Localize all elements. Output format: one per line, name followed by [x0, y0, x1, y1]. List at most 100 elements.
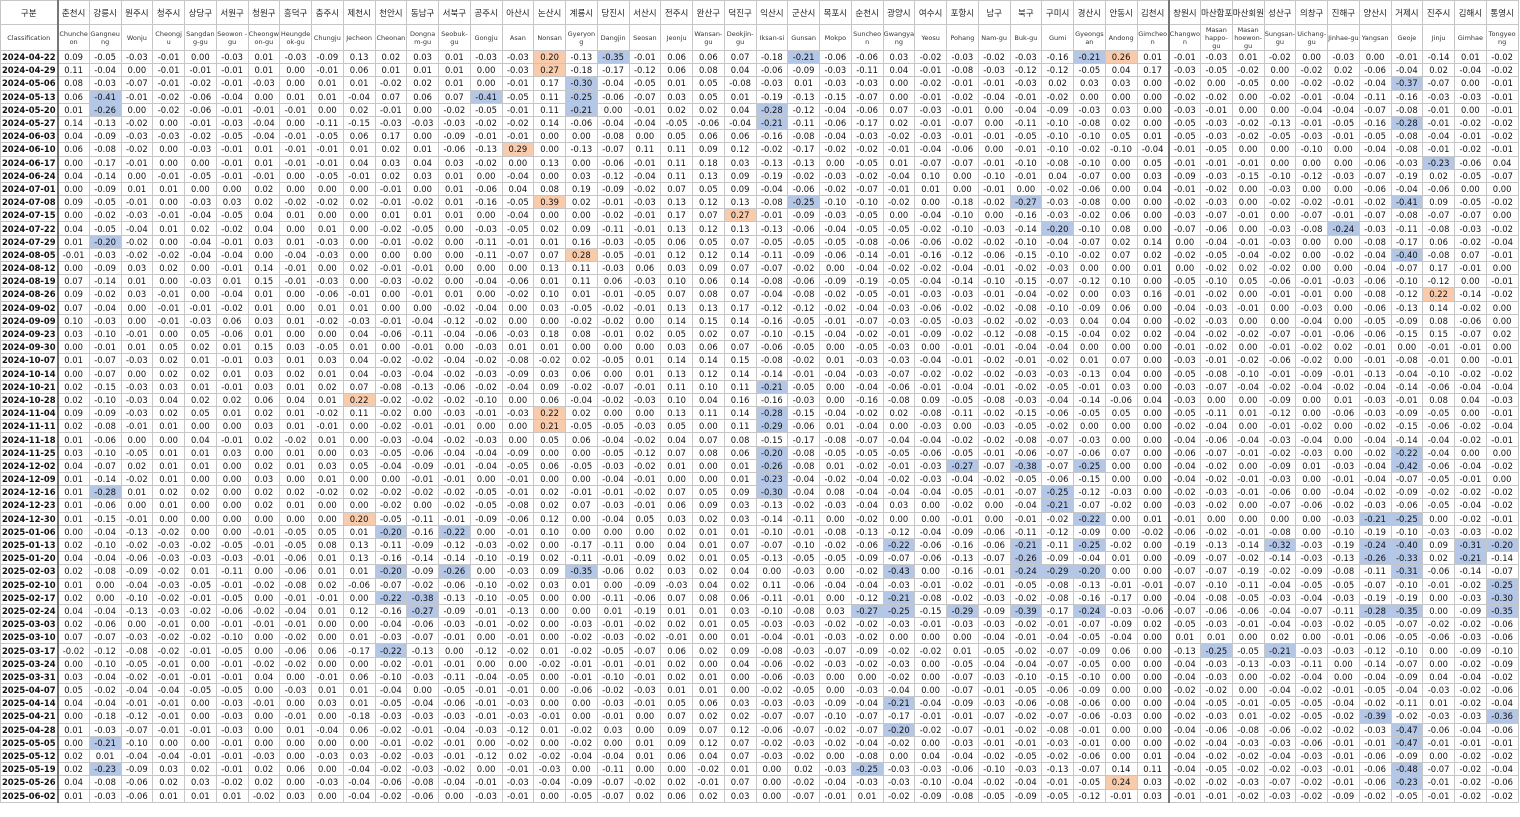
- city-header: 양산시: [1358, 0, 1392, 25]
- value-cell: -0.03: [1200, 313, 1233, 328]
- value-cell: -0.04: [88, 524, 122, 539]
- value-cell: -0.03: [819, 168, 852, 183]
- value-cell: 0.12: [692, 195, 725, 210]
- value-cell: 0.01: [1231, 49, 1265, 65]
- value-cell: -0.01: [215, 102, 249, 117]
- value-cell: -0.01: [1327, 129, 1360, 144]
- value-cell: -0.08: [279, 577, 312, 592]
- value-cell: 0.00: [120, 102, 154, 117]
- value-cell: -0.04: [1390, 366, 1424, 381]
- value-cell: -0.35: [565, 564, 598, 579]
- value-cell: 0.02: [1263, 630, 1297, 645]
- value-cell: -0.09: [1073, 682, 1106, 698]
- value-cell: -0.01: [1295, 274, 1328, 289]
- value-cell: -0.08: [1041, 696, 1074, 711]
- value-cell: 0.06: [56, 142, 90, 157]
- value-cell: -0.05: [787, 234, 820, 249]
- value-cell: 0.01: [438, 63, 471, 78]
- value-cell: -0.09: [819, 274, 852, 289]
- row-date: 2025-04-21: [0, 709, 58, 724]
- value-cell: -0.04: [1390, 181, 1424, 197]
- city-header: 제천시: [342, 0, 376, 25]
- value-cell: -0.17: [88, 155, 122, 170]
- value-cell: -0.01: [882, 247, 916, 263]
- value-cell: -0.02: [501, 115, 535, 131]
- value-cell: 0.03: [1104, 102, 1138, 117]
- value-cell: -0.06: [1263, 722, 1297, 737]
- value-cell: 0.03: [660, 511, 693, 526]
- value-cell: -0.09: [946, 524, 979, 539]
- value-cell: 0.00: [279, 775, 312, 790]
- value-cell: 0.03: [438, 155, 471, 170]
- value-cell: -0.05: [88, 221, 122, 236]
- value-cell: 0.00: [1454, 406, 1487, 421]
- value-cell: 0.01: [56, 234, 90, 249]
- city-header-en: Dongna m-gu: [406, 24, 439, 51]
- value-cell: -0.01: [787, 366, 820, 381]
- value-cell: -0.16: [755, 129, 789, 144]
- value-cell: -0.16: [755, 313, 789, 328]
- value-cell: -0.02: [184, 76, 217, 91]
- value-cell: -0.01: [152, 49, 185, 65]
- value-cell: 0.01: [311, 564, 344, 579]
- value-cell: 0.03: [1104, 287, 1138, 302]
- value-cell: 0.01: [533, 340, 566, 355]
- value-cell: -0.12: [438, 313, 471, 328]
- value-cell: -0.05: [1263, 129, 1297, 144]
- value-cell: 0.05: [1231, 274, 1265, 289]
- value-cell: -0.02: [1485, 498, 1519, 513]
- value-cell: 0.00: [1136, 735, 1170, 750]
- value-cell: -0.01: [438, 630, 471, 645]
- value-cell: 0.00: [184, 735, 217, 750]
- value-cell: 0.13: [660, 366, 693, 381]
- value-cell: -0.03: [1454, 524, 1487, 539]
- value-cell: -0.09: [787, 208, 820, 223]
- value-cell: -0.04: [1167, 696, 1201, 711]
- value-cell: -0.08: [946, 63, 979, 78]
- value-cell: -0.04: [152, 682, 185, 698]
- value-cell: 0.01: [406, 208, 439, 223]
- value-cell: 0.15: [247, 340, 281, 355]
- value-cell: 0.00: [184, 656, 217, 671]
- value-cell: 0.13: [533, 155, 566, 170]
- value-cell: 0.00: [1327, 445, 1360, 460]
- value-cell: 0.02: [247, 775, 281, 790]
- value-cell: 0.02: [1104, 115, 1138, 131]
- value-cell: 0.02: [660, 669, 693, 685]
- value-cell: -0.01: [914, 89, 947, 104]
- value-cell: -0.11: [469, 247, 503, 263]
- value-cell: 0.00: [342, 247, 376, 263]
- value-cell: -0.02: [787, 656, 820, 671]
- value-cell: 0.00: [184, 498, 217, 513]
- value-cell: -0.05: [215, 537, 249, 553]
- value-cell: -0.14: [1009, 221, 1043, 236]
- value-cell: -0.01: [501, 485, 535, 500]
- value-cell: 0.00: [406, 181, 439, 197]
- table-row: 2024-11-04 0.09 -0.09 -0.03 0.02 0.05 0.01 0.02…: [0, 406, 1519, 421]
- value-cell: 0.00: [565, 340, 598, 355]
- value-cell: -0.02: [787, 748, 820, 764]
- value-cell: 0.00: [56, 340, 90, 355]
- value-cell: 0.09: [723, 181, 757, 197]
- value-cell: -0.01: [565, 485, 598, 500]
- value-cell: -0.08: [1009, 432, 1043, 447]
- value-cell: 0.13: [660, 195, 693, 210]
- value-cell: 0.00: [469, 524, 503, 539]
- value-cell: -0.01: [1167, 511, 1201, 526]
- value-cell: -0.12: [882, 524, 916, 539]
- value-cell: -0.01: [184, 63, 217, 78]
- value-cell: -0.05: [755, 234, 789, 249]
- value-cell: -0.01: [215, 762, 249, 777]
- value-cell: -0.02: [914, 221, 947, 236]
- value-cell: -0.02: [1485, 115, 1519, 131]
- value-cell: -0.10: [755, 603, 789, 619]
- value-cell: 0.00: [1136, 485, 1170, 500]
- value-cell: 0.02: [152, 366, 185, 381]
- value-cell: -0.02: [819, 300, 852, 315]
- value-cell: -0.14: [946, 274, 979, 289]
- value-cell: 0.02: [1327, 63, 1360, 78]
- value-cell: 0.02: [692, 102, 725, 117]
- value-cell: 0.00: [1136, 89, 1170, 104]
- city-header-en: Masan happo-gu: [1200, 24, 1233, 51]
- value-cell: -0.02: [596, 208, 630, 223]
